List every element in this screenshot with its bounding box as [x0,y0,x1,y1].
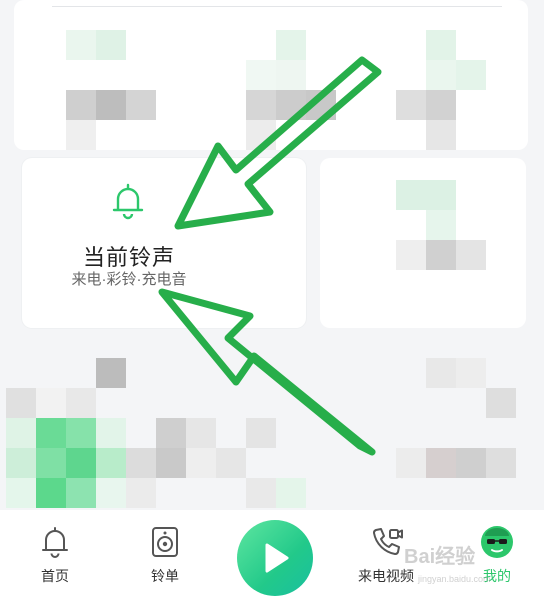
tab-ringtone-list-label: 铃单 [151,568,179,584]
tab-ringtone-list[interactable]: 铃单 [120,524,210,594]
play-icon [265,543,289,573]
card-subtitle: 来电·彩铃·充电音 [71,271,187,288]
phone-video-icon [373,528,403,555]
bell-home-icon [42,527,68,558]
watermark-url: jingyan.baidu.com [418,574,491,584]
speaker-list-icon [152,527,178,557]
watermark: Bai经验 jingyan.baidu.com [404,540,544,600]
current-ringtone-card[interactable]: 当前铃声 来电·彩铃·充电音 [22,158,306,328]
bell-icon [112,183,144,220]
tab-home-label: 首页 [41,568,69,584]
play-button[interactable] [237,520,313,596]
divider-line [52,6,502,7]
tab-home[interactable]: 首页 [10,524,100,594]
watermark-text: Bai经验 [404,546,476,568]
